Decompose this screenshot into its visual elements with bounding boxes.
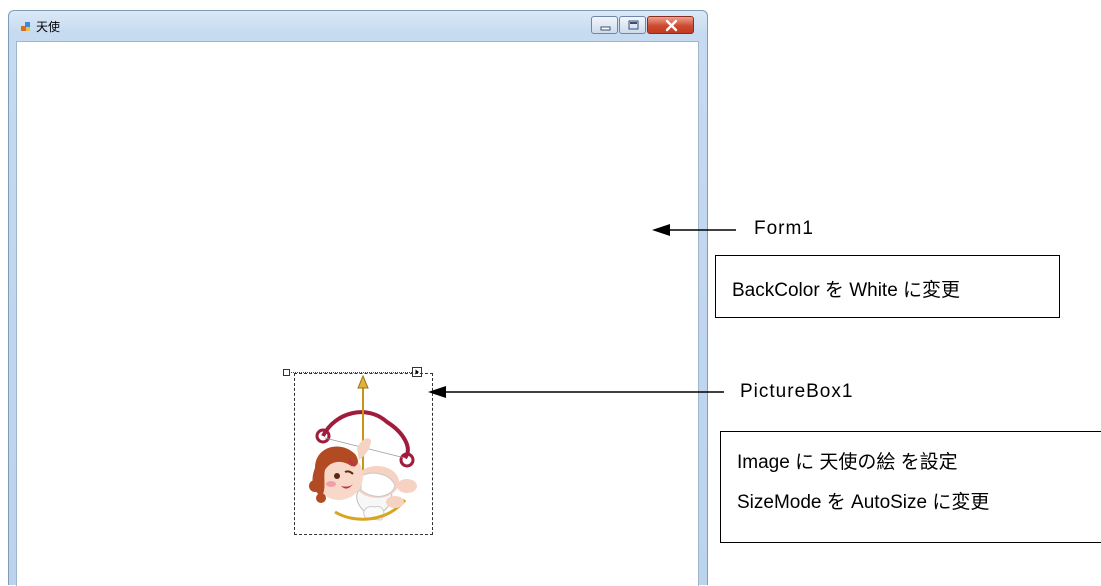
picturebox1-note-box: Image に 天使の絵 を設定 SizeMode を AutoSize に変更 [720, 431, 1101, 543]
picturebox1-note-line2: SizeMode を AutoSize に変更 [737, 492, 990, 513]
form1-label: Form1 [754, 218, 814, 239]
form1-note-box: BackColor を White に変更 [715, 255, 1060, 318]
form1-note-text: BackColor を White に変更 [732, 280, 961, 301]
picturebox1-note-line1: Image に 天使の絵 を設定 [737, 452, 958, 473]
picturebox1-label: PictureBox1 [740, 381, 854, 402]
picturebox1-arrow-head [428, 386, 446, 398]
form1-arrow-head [652, 224, 670, 236]
